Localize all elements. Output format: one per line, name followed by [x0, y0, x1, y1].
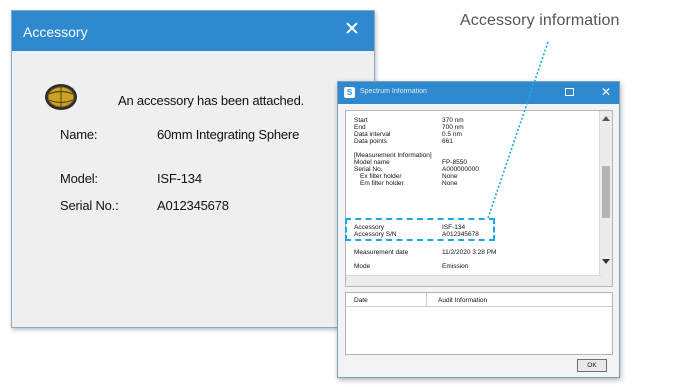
- horizontal-scrollbar[interactable]: [346, 275, 601, 286]
- spectrum-titlebar[interactable]: S Spectrum Information ✕: [338, 82, 619, 104]
- spectrum-info-panel[interactable]: Start 370 nm End 700 nm Data interval 0.…: [345, 110, 613, 287]
- name-value: 60mm Integrating Sphere: [157, 127, 300, 142]
- audit-info-column-header[interactable]: Audit Information: [438, 297, 487, 304]
- accessory-attached-message: An accessory has been attached.: [118, 93, 305, 108]
- scroll-down-icon[interactable]: [602, 259, 610, 264]
- date-column-header[interactable]: Date: [354, 297, 368, 304]
- app-icon: S: [344, 87, 355, 98]
- vertical-scrollbar[interactable]: [599, 111, 612, 286]
- serial-label: Serial No.:: [60, 198, 119, 213]
- accessory-information-callout: Accessory information: [460, 12, 620, 29]
- model-label: Model:: [60, 171, 98, 186]
- accessory-title: Accessory: [23, 24, 88, 40]
- audit-information-table[interactable]: Date Audit Information: [345, 292, 613, 355]
- close-icon[interactable]: ✕: [342, 20, 362, 40]
- maximize-icon[interactable]: [565, 88, 574, 96]
- scroll-up-icon[interactable]: [602, 116, 610, 121]
- name-label: Name:: [60, 127, 98, 142]
- ok-button[interactable]: OK: [577, 359, 607, 372]
- close-icon[interactable]: ✕: [601, 85, 611, 99]
- integrating-sphere-icon: [45, 84, 77, 110]
- spectrum-title: Spectrum Information: [360, 88, 427, 95]
- accessory-titlebar[interactable]: Accessory ✕: [12, 11, 374, 51]
- serial-value: A012345678: [157, 198, 229, 213]
- accessory-dialog: Accessory ✕ An accessory has been attach…: [11, 10, 375, 328]
- callout-highlight-box: [345, 218, 495, 241]
- measurement-information-header: [Measurement Information]: [354, 152, 432, 159]
- audit-table-header: Date Audit Information: [346, 293, 612, 307]
- model-value: ISF-134: [157, 171, 202, 186]
- scroll-thumb[interactable]: [602, 166, 610, 218]
- column-divider[interactable]: [426, 293, 427, 307]
